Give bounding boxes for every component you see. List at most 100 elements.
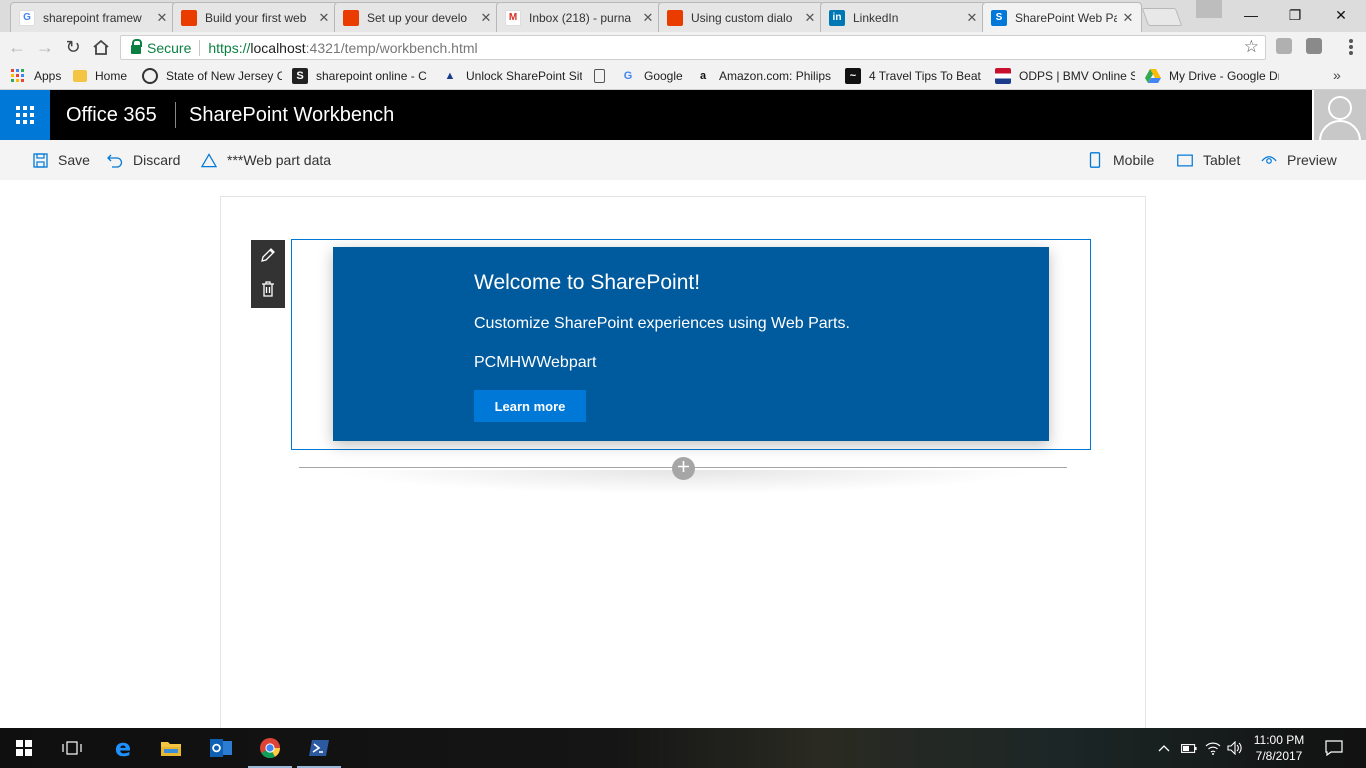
clock-date: 7/8/2017 [1255,749,1303,763]
action-center-icon[interactable] [1320,728,1348,768]
bookmark-item[interactable]: S sharepoint online - C [292,67,430,85]
sharepoint-icon: S [991,9,1007,26]
url-input[interactable]: Secure https://localhost:4321/temp/workb… [120,35,1266,60]
chrome-icon[interactable] [246,728,294,768]
wifi-icon[interactable] [1204,728,1222,768]
browser-tab[interactable]: M Inbox (218) - purna ✕ [496,2,662,32]
bookmark-label: Unlock SharePoint Sit [466,69,582,83]
window-close-button[interactable]: ✕ [1318,0,1364,30]
skype-extension-icon[interactable] [1276,38,1292,54]
bookmark-item[interactable]: ODPS | BMV Online S [995,67,1135,85]
preview-button[interactable]: Preview [1261,151,1337,169]
tab-title: Set up your develo [367,10,468,25]
close-icon[interactable]: ✕ [1121,10,1135,26]
delete-webpart-button[interactable] [251,274,285,308]
tablet-button[interactable]: Tablet [1177,151,1240,169]
learn-more-button[interactable]: Learn more [474,390,586,422]
add-webpart-button[interactable] [672,457,695,480]
bookmark-item[interactable]: State of New Jersey C [142,67,282,85]
minimize-button[interactable]: — [1228,0,1274,30]
omnibox-divider [199,39,201,56]
avatar-body [1319,120,1361,140]
bookmark-label: Home [95,69,128,83]
browser-tab[interactable]: Using custom dialo ✕ [658,2,824,32]
avatar[interactable] [1312,90,1366,140]
discard-label: Discard [133,152,181,168]
save-icon [32,152,48,168]
bookmark-label: 4 Travel Tips To Beat [869,69,981,83]
edit-webpart-button[interactable] [251,240,285,274]
trash-icon [261,280,275,302]
volume-icon[interactable] [1226,728,1244,768]
bookmark-item[interactable] [594,67,614,85]
forward-icon[interactable]: → [34,36,56,58]
drive-icon [1145,68,1161,84]
taskbar-clock[interactable]: 11:00 PM 7/8/2017 [1246,732,1312,764]
browser-tab-active[interactable]: S SharePoint Web Pa ✕ [982,2,1142,32]
bookmark-apps[interactable]: Apps [10,67,61,85]
battery-icon[interactable] [1180,728,1198,768]
close-icon[interactable]: ✕ [317,10,331,26]
tablet-label: Tablet [1203,152,1241,168]
apps-grid-icon [10,68,26,84]
bookmark-item[interactable]: ▲ Unlock SharePoint Sit [442,67,582,85]
save-label: Save [58,152,90,168]
mobile-button[interactable]: Mobile [1087,151,1154,169]
bookmark-home[interactable]: Home [73,67,127,85]
back-icon[interactable]: ← [6,36,28,58]
chrome-menu-icon[interactable] [1344,38,1358,56]
chevron-up-icon[interactable] [1156,728,1172,768]
browser-tab[interactable]: G sharepoint framew ✕ [10,2,176,32]
close-icon[interactable]: ✕ [965,10,979,26]
page-title: SharePoint Workbench [189,104,395,126]
office-icon [667,9,683,26]
webpart-title: Welcome to SharePoint! [474,271,701,294]
tab-title: sharepoint framew [43,10,142,25]
bookmarks-overflow-icon[interactable]: » [1333,67,1341,83]
tab-title: Build your first web [205,10,307,25]
file-explorer-icon[interactable] [147,728,195,768]
discard-button[interactable]: Discard [107,151,180,169]
bookmark-label: State of New Jersey C [166,69,282,83]
plus-icon [677,460,690,478]
powershell-icon[interactable] [295,728,343,768]
windows-start-icon[interactable] [0,728,48,768]
browser-tab[interactable]: in LinkedIn ✕ [820,2,986,32]
bookmark-label: Apps [34,69,62,83]
home-icon[interactable] [90,36,112,58]
avatar-head [1328,96,1352,120]
bookmark-google[interactable]: G Google [620,67,683,85]
address-bar: ← → ↻ Secure https://localhost:4321/temp… [0,32,1366,62]
webpart-data-label: ***Web part data [227,152,332,168]
browser-tab[interactable]: Build your first web ✕ [172,2,338,32]
app-launcher-icon[interactable] [0,90,50,140]
task-view-icon[interactable] [48,728,96,768]
eye-icon [1261,152,1277,168]
close-icon[interactable]: ✕ [155,10,169,26]
secure-label: Secure [147,39,192,56]
save-button[interactable]: Save [32,151,90,169]
suite-divider [175,102,176,128]
undo-icon [107,152,123,168]
bookmark-star-icon[interactable]: ☆ [1244,37,1259,57]
browser-tab[interactable]: Set up your develo ✕ [334,2,500,32]
edge-icon[interactable]: e [99,728,147,768]
close-icon[interactable]: ✕ [479,10,493,26]
reload-icon[interactable]: ↻ [62,36,84,58]
bookmark-item[interactable]: ~ 4 Travel Tips To Beat [845,67,985,85]
close-icon[interactable]: ✕ [803,10,817,26]
linkedin-icon: in [829,9,845,26]
webpart-toolbar [251,240,285,308]
triangle-icon [201,152,217,168]
browser-tab-strip: G sharepoint framew ✕ Build your first w… [0,0,1366,32]
close-icon[interactable]: ✕ [641,10,655,26]
suite-brand[interactable]: Office 365 [66,104,157,127]
bookmark-item[interactable]: a Amazon.com: Philips [695,67,835,85]
outlook-icon[interactable] [197,728,245,768]
webpart-data-button[interactable]: ***Web part data [201,151,331,169]
bookmark-item[interactable]: My Drive - Google Dr [1145,67,1279,85]
restore-button[interactable]: ❐ [1272,0,1318,30]
extension-icon[interactable] [1306,38,1322,54]
profile-icon[interactable] [1196,0,1222,18]
new-tab-button[interactable] [1141,8,1183,26]
